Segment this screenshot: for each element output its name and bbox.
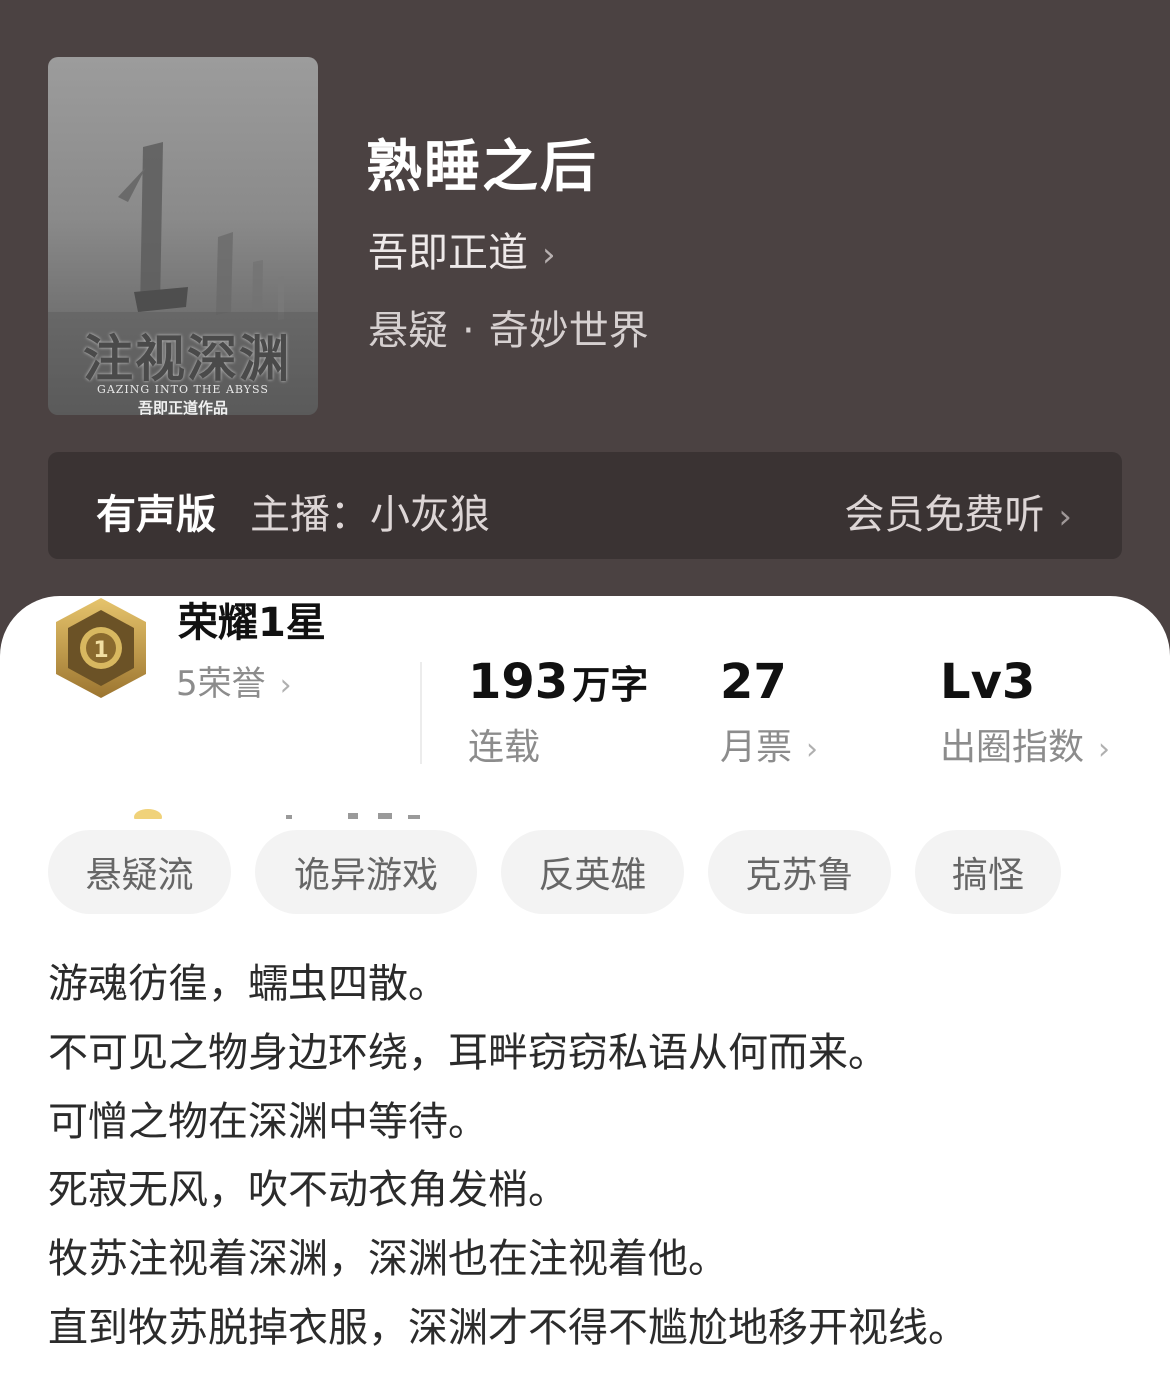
- honor-badge-icon[interactable]: 1: [52, 596, 150, 700]
- chevron-right-icon: ›: [1098, 732, 1111, 767]
- audio-version-bar[interactable]: 有声版 主播：小灰狼 会员免费听 ›: [48, 452, 1122, 559]
- cover-subtitle-art: GAZING INTO THE ABYSS: [97, 383, 269, 396]
- clipped-content-strip: [134, 809, 420, 819]
- member-free-listen-button[interactable]: 会员免费听 ›: [844, 482, 1072, 540]
- honor-title: 荣耀1星: [178, 600, 326, 646]
- genre-row: 悬疑 · 奇妙世界: [368, 298, 649, 356]
- honor-count-link[interactable]: 5荣誉 ›: [176, 656, 292, 705]
- chevron-right-icon: ›: [542, 235, 556, 275]
- synopsis-line: 死寂无风，吹不动衣角发梢。: [48, 1167, 568, 1214]
- stat-monthly-votes[interactable]: 27 月票 ›: [720, 654, 818, 770]
- synopsis-line: 游魂彷徨，蠕虫四散。: [48, 961, 448, 1007]
- stats-divider: [420, 662, 422, 764]
- audio-host: 主播：小灰狼: [250, 492, 490, 538]
- tag-item[interactable]: 搞怪: [915, 830, 1061, 914]
- chevron-right-icon: ›: [1058, 497, 1072, 537]
- author-link[interactable]: 吾即正道 ›: [368, 220, 556, 278]
- author-name: 吾即正道: [368, 230, 528, 276]
- synopsis-line: 牧苏注视着深渊，深渊也在注视着他。: [48, 1236, 728, 1283]
- book-header: 注视深渊 GAZING INTO THE ABYSS 吾即正道作品 熟睡之后 吾…: [0, 0, 1170, 640]
- cover-title-art: 注视深渊: [83, 329, 291, 388]
- tag-list: 悬疑流 诡异游戏 反英雄 克苏鲁 搞怪: [48, 830, 1061, 914]
- monthly-votes-label: 月票: [720, 727, 793, 768]
- honor-count-label: 5荣誉: [176, 664, 266, 704]
- audio-version-label: 有声版: [96, 492, 216, 538]
- chevron-right-icon: ›: [806, 732, 819, 767]
- tag-item[interactable]: 悬疑流: [48, 830, 231, 914]
- stat-popularity[interactable]: Lv3 出圈指数 ›: [940, 654, 1110, 770]
- cover-author-art: 吾即正道作品: [137, 399, 228, 415]
- synopsis-line: 不可见之物身边环绕，耳畔窃窃私语从何而来。: [48, 1029, 888, 1076]
- svg-text:1: 1: [93, 638, 108, 663]
- monthly-votes-value: 27: [720, 654, 787, 710]
- genre-label[interactable]: 悬疑: [368, 308, 448, 354]
- book-synopsis[interactable]: 游魂彷徨，蠕虫四散。 不可见之物身边环绕，耳畔窃窃私语从何而来。 可憎之物在深渊…: [48, 950, 1138, 1363]
- subgenre-label[interactable]: 奇妙世界: [489, 308, 649, 354]
- serial-status-label: 连载: [468, 727, 541, 768]
- synopsis-line: 可憎之物在深渊中等待。: [48, 1098, 488, 1145]
- popularity-label: 出圈指数: [940, 727, 1085, 768]
- separator-dot: ·: [462, 308, 475, 354]
- member-free-listen-label: 会员免费听: [844, 492, 1045, 538]
- book-title: 熟睡之后: [366, 135, 598, 200]
- synopsis-line: 直到牧苏脱掉衣服，深渊才不得不尴尬地移开视线。: [48, 1304, 968, 1351]
- word-count-unit: 万字: [572, 663, 649, 707]
- popularity-value: Lv3: [940, 654, 1036, 710]
- chevron-right-icon: ›: [279, 668, 292, 703]
- tag-item[interactable]: 诡异游戏: [255, 830, 477, 914]
- tag-item[interactable]: 反英雄: [501, 830, 684, 914]
- stat-word-count: 193 万字 连载: [468, 654, 648, 770]
- book-cover[interactable]: 注视深渊 GAZING INTO THE ABYSS 吾即正道作品: [48, 57, 318, 415]
- word-count-value: 193: [468, 654, 569, 710]
- tag-item[interactable]: 克苏鲁: [708, 830, 891, 914]
